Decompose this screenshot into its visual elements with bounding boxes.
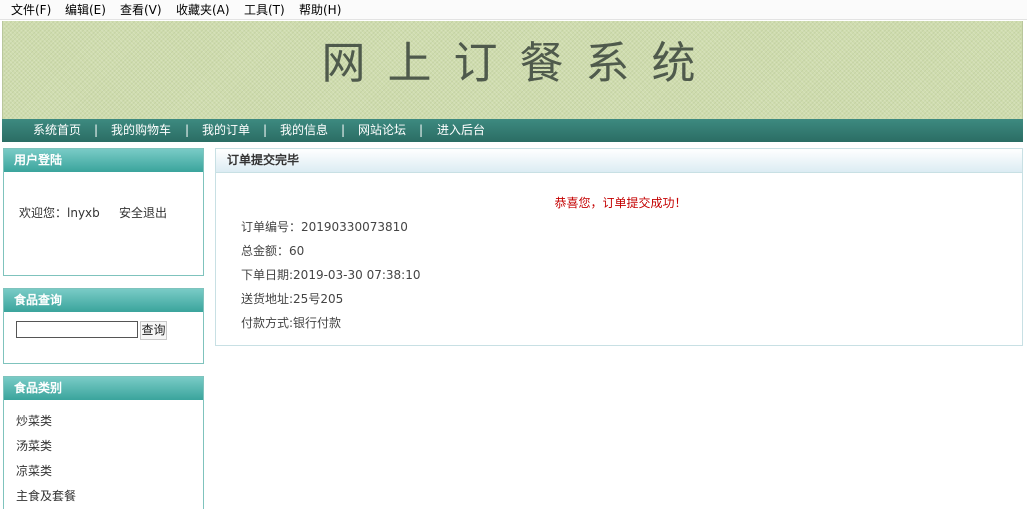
nav-home[interactable]: 系统首页 bbox=[33, 123, 81, 138]
site-banner: 网上订餐系统 bbox=[2, 21, 1023, 119]
search-button[interactable]: 查询 bbox=[140, 321, 167, 340]
nav-separator: | bbox=[94, 123, 99, 137]
payment-method: 付款方式:银行付款 bbox=[241, 316, 342, 330]
nav-separator: | bbox=[263, 123, 268, 137]
nav-separator: | bbox=[341, 123, 346, 137]
order-number: 订单编号：20190330073810 bbox=[241, 220, 408, 234]
nav-my-info[interactable]: 我的信息 bbox=[280, 123, 328, 138]
nav-separator: | bbox=[419, 123, 424, 137]
search-panel-title: 食品查询 bbox=[4, 289, 203, 312]
order-panel-title: 订单提交完毕 bbox=[216, 149, 1022, 173]
category-item[interactable]: 炒菜类 bbox=[16, 412, 52, 429]
site-title: 网上订餐系统 bbox=[321, 38, 718, 89]
category-panel: 食品类别 炒菜类 汤菜类 凉菜类 主食及套餐 bbox=[3, 376, 204, 509]
menu-view[interactable]: 查看(V) bbox=[120, 2, 162, 18]
success-message: 恭喜您，订单提交成功！ bbox=[554, 196, 687, 210]
menu-tools[interactable]: 工具(T) bbox=[244, 2, 285, 18]
category-panel-title: 食品类别 bbox=[4, 377, 203, 400]
menu-file[interactable]: 文件(F) bbox=[11, 2, 51, 18]
login-panel: 用户登陆 欢迎您：lnyxb 安全退出 bbox=[3, 148, 204, 276]
category-item[interactable]: 主食及套餐 bbox=[16, 487, 76, 504]
menu-edit[interactable]: 编辑(E) bbox=[65, 2, 106, 18]
nav-orders[interactable]: 我的订单 bbox=[202, 123, 250, 138]
nav-separator: | bbox=[185, 123, 190, 137]
nav-forum[interactable]: 网站论坛 bbox=[358, 123, 406, 138]
category-item[interactable]: 汤菜类 bbox=[16, 437, 52, 454]
category-item[interactable]: 凉菜类 bbox=[16, 462, 52, 479]
delivery-address: 送货地址:25号205 bbox=[241, 292, 344, 306]
nav-cart[interactable]: 我的购物车 bbox=[111, 123, 171, 138]
order-date: 下单日期:2019-03-30 07:38:10 bbox=[241, 268, 421, 282]
welcome-text: 欢迎您：lnyxb bbox=[19, 206, 100, 220]
nav-admin[interactable]: 进入后台 bbox=[437, 123, 485, 138]
menu-favorites[interactable]: 收藏夹(A) bbox=[176, 2, 230, 18]
main-nav: 系统首页 | 我的购物车 | 我的订单 | 我的信息 | 网站论坛 | 进入后台 bbox=[2, 119, 1023, 142]
food-search-input[interactable] bbox=[16, 321, 138, 338]
order-total: 总金额：60 bbox=[241, 244, 305, 258]
menu-help[interactable]: 帮助(H) bbox=[299, 2, 341, 18]
search-panel: 食品查询 查询 bbox=[3, 288, 204, 364]
logout-link[interactable]: 安全退出 bbox=[119, 204, 167, 221]
order-confirmation-panel: 订单提交完毕 恭喜您，订单提交成功！ 订单编号：20190330073810 总… bbox=[215, 148, 1023, 346]
menu-bar: 文件(F) 编辑(E) 查看(V) 收藏夹(A) 工具(T) 帮助(H) bbox=[0, 0, 1027, 20]
login-panel-title: 用户登陆 bbox=[4, 149, 203, 172]
